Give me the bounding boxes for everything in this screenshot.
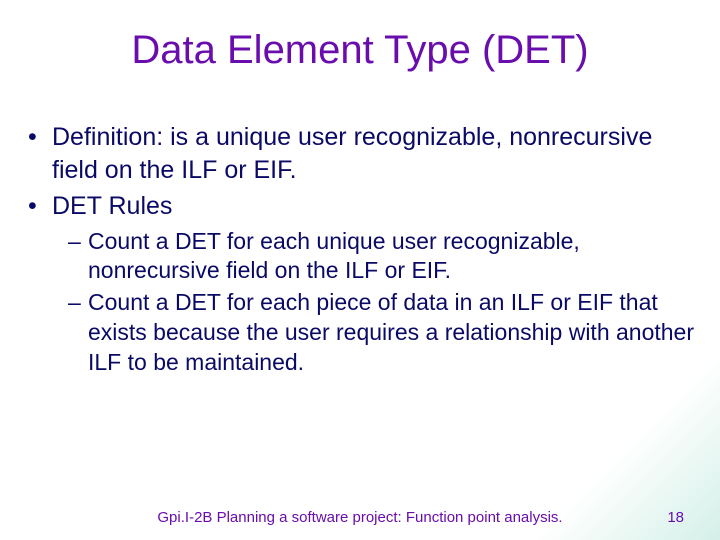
- bullet-text: Count a DET for each piece of data in an…: [88, 288, 700, 378]
- bullet-marker: –: [68, 288, 88, 378]
- bullet-text: Count a DET for each unique user recogni…: [88, 227, 700, 287]
- slide: Data Element Type (DET) • Definition: is…: [0, 0, 720, 540]
- slide-footer: Gpi.I-2B Planning a software project: Fu…: [0, 509, 720, 526]
- sub-bullet-item: – Count a DET for each unique user recog…: [68, 227, 700, 287]
- sub-bullet-item: – Count a DET for each piece of data in …: [68, 288, 700, 378]
- bullet-marker: –: [68, 227, 88, 287]
- page-number: 18: [667, 509, 684, 526]
- slide-title: Data Element Type (DET): [20, 28, 700, 73]
- bullet-marker: •: [28, 121, 52, 186]
- bullet-text: DET Rules: [52, 190, 700, 223]
- bullet-item: • DET Rules: [28, 190, 700, 223]
- bullet-text: Definition: is a unique user recognizabl…: [52, 121, 700, 186]
- slide-content: • Definition: is a unique user recogniza…: [20, 121, 700, 378]
- footer-text: Gpi.I-2B Planning a software project: Fu…: [157, 509, 562, 526]
- bullet-marker: •: [28, 190, 52, 223]
- bullet-item: • Definition: is a unique user recogniza…: [28, 121, 700, 186]
